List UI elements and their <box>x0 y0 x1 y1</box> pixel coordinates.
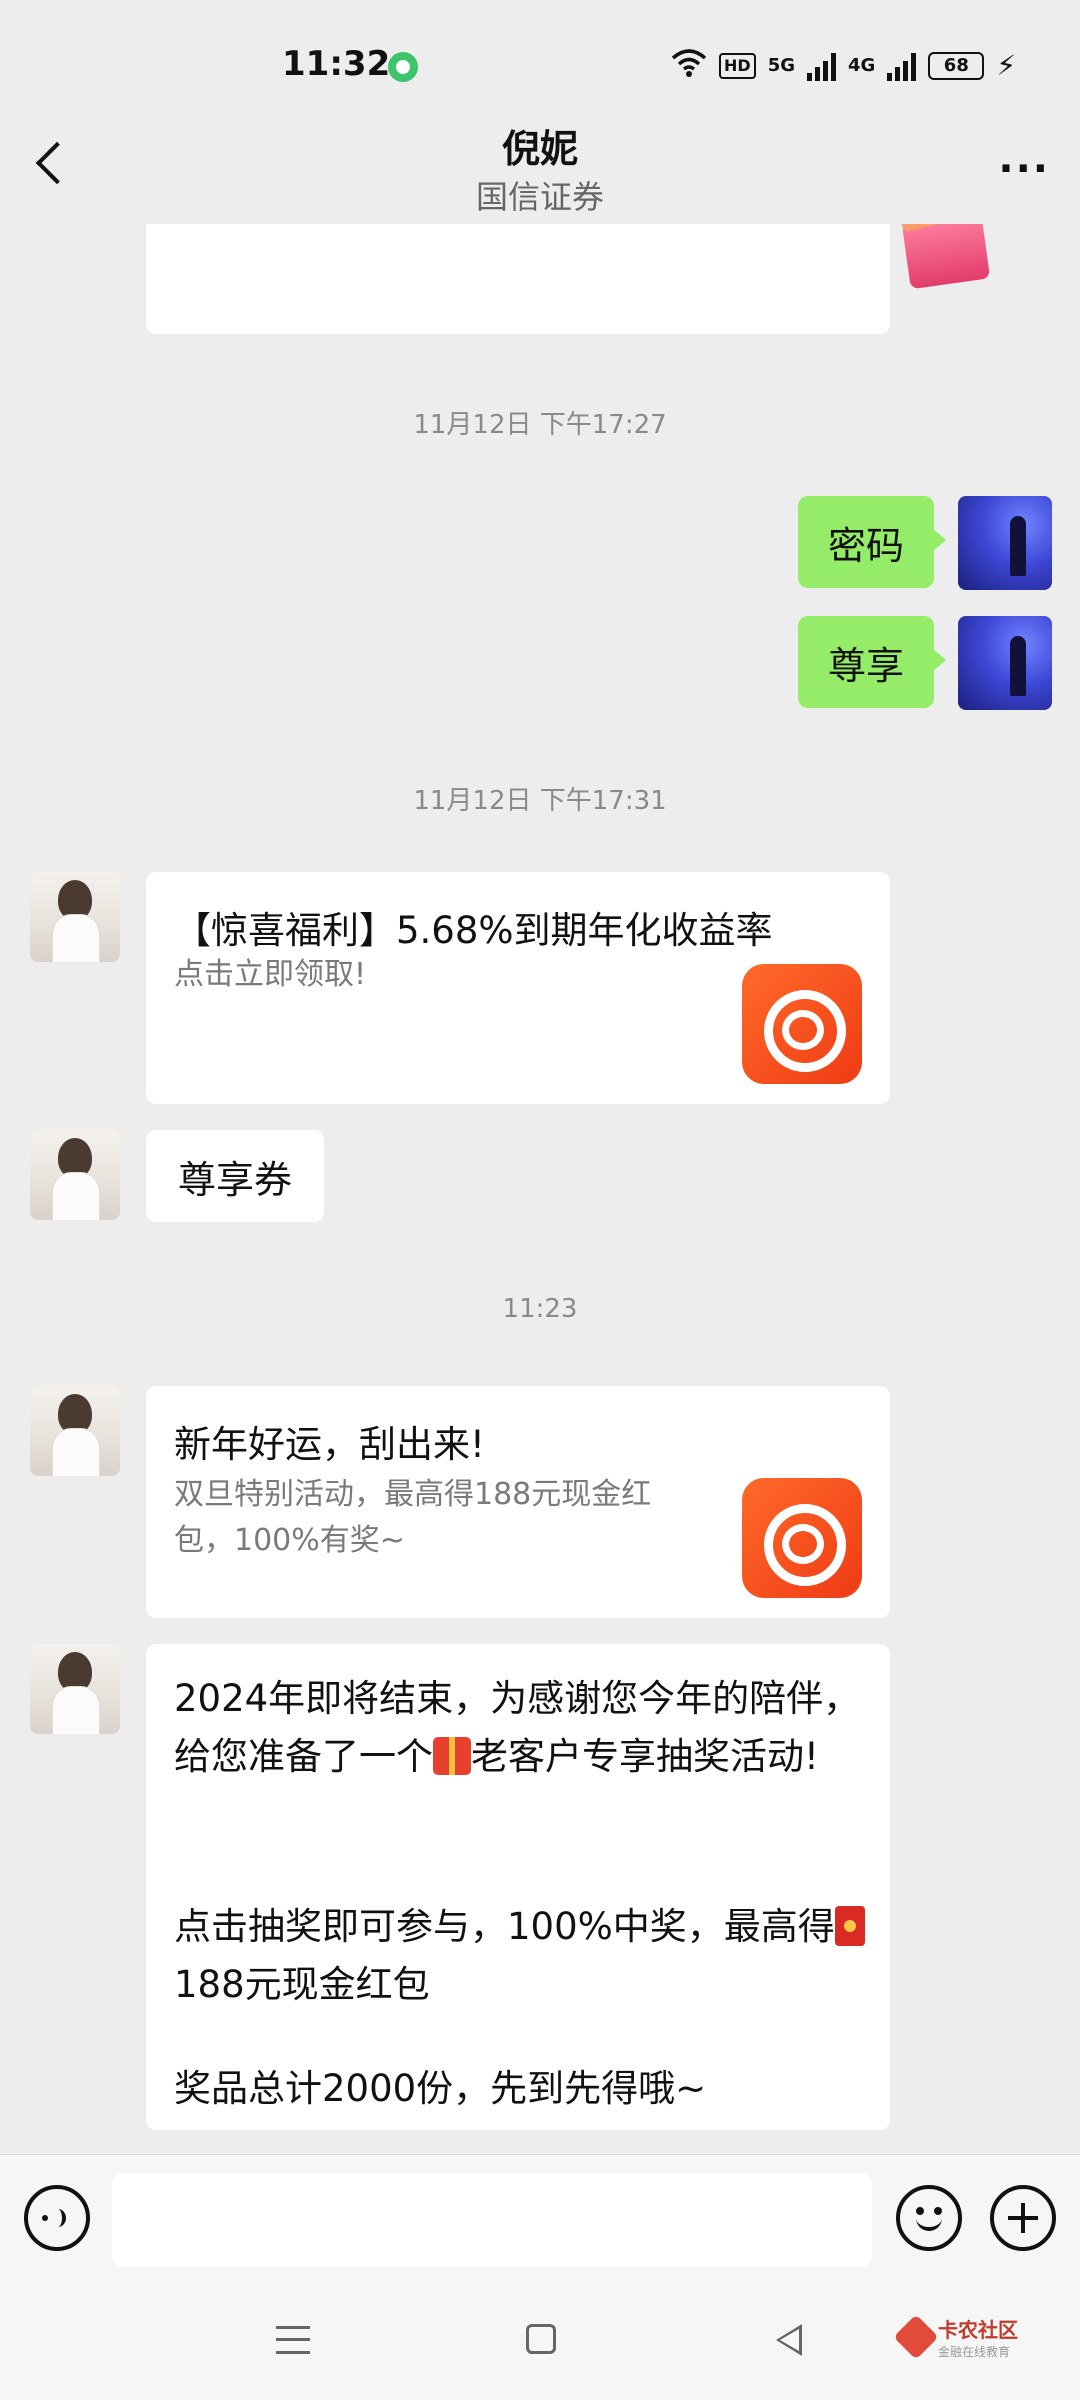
timestamp: 11:23 <box>502 1294 578 1324</box>
my-avatar[interactable] <box>958 496 1052 590</box>
message-text: 点击抽奖即可参与，100%中奖，最高得 188元现金红包 <box>174 1898 866 2014</box>
my-avatar[interactable] <box>958 616 1052 710</box>
message-bubble[interactable]: 尊享券 <box>146 1130 324 1222</box>
signal-5g-label: 5G <box>767 55 796 76</box>
message-card-newyear[interactable]: 新年好运，刮出来! 双旦特别活动，最高得188元现金红包，100%有奖~ <box>146 1386 890 1618</box>
message-bubble-long[interactable]: 2024年即将结束，为感谢您今年的陪伴，给您准备了一个 老客户专享抽奖活动! 点击… <box>146 1644 890 2130</box>
battery-icon: 68 <box>928 51 985 80</box>
message-text-part: 点击抽奖即可参与，100%中奖，最高得 <box>174 1905 835 1948</box>
chat-subtitle: 国信证券 <box>475 178 604 216</box>
status-icons: HD 5G 4G 68 ⚡ <box>671 48 1016 83</box>
card-title: 【惊喜福利】5.68%到期年化收益率 <box>174 909 773 952</box>
message-card-benefit[interactable]: 【惊喜福利】5.68%到期年化收益率 点击立即领取! <box>146 872 890 1104</box>
message-text-part: 188元现金红包 <box>174 1963 430 2006</box>
watermark: 卡农社区 金融在线教育 <box>893 2314 1018 2360</box>
input-bar <box>0 2154 1080 2284</box>
message-text-part: 老客户专享抽奖活动! <box>471 1735 819 1778</box>
red-envelope-emoji-icon <box>834 1906 865 1946</box>
status-time: 11:32 <box>282 44 391 84</box>
watermark-logo-icon <box>893 2314 939 2360</box>
gift-box-image <box>896 224 996 286</box>
charging-icon: ⚡ <box>996 49 1016 82</box>
hd-badge: HD <box>719 52 756 79</box>
plus-icon[interactable] <box>990 2185 1056 2251</box>
signal-5g-icon <box>807 51 837 81</box>
signal-4g-label: 4G <box>848 55 876 76</box>
emoji-icon[interactable] <box>896 2185 962 2251</box>
contact-avatar[interactable] <box>30 1386 120 1476</box>
my-message-bubble[interactable]: 密码 <box>798 496 946 588</box>
card-description: 双旦特别活动，最高得188元现金红包，100%有奖~ <box>174 1477 652 1558</box>
my-message-bubble[interactable]: 尊享 <box>798 616 946 708</box>
card-title: 新年好运，刮出来! <box>174 1423 485 1466</box>
chat-header: 倪妮 国信证券 ··· <box>0 100 1080 224</box>
message-text: 奖品总计2000份，先到先得哦~ <box>174 2067 707 2110</box>
nav-back-icon[interactable] <box>776 2324 802 2356</box>
timestamp: 11月12日 下午17:27 <box>413 410 667 440</box>
contact-avatar[interactable] <box>30 1130 120 1220</box>
message-text: 2024年即将结束，为感谢您今年的陪伴，给您准备了一个 老客户专享抽奖活动! <box>174 1670 866 1786</box>
message-card-partial[interactable] <box>146 224 890 334</box>
system-nav-bar: 卡农社区 金融在线教育 <box>0 2284 1080 2400</box>
status-app-icon <box>388 52 418 82</box>
message-input[interactable] <box>112 2173 872 2267</box>
watermark-title: 卡农社区 <box>938 2318 1018 2342</box>
home-icon[interactable] <box>526 2324 556 2354</box>
chat-title: 倪妮 <box>501 127 578 171</box>
chat-messages: 11月12日 下午17:27 密码 尊享 11月12日 下午17:31 【惊喜福… <box>0 224 1080 2154</box>
timestamp: 11月12日 下午17:31 <box>413 786 667 816</box>
watermark-subtitle: 金融在线教育 <box>938 2345 1011 2359</box>
contact-avatar[interactable] <box>30 872 120 962</box>
voice-icon[interactable] <box>24 2185 90 2251</box>
guosen-app-logo <box>742 964 862 1084</box>
gift-emoji-icon <box>433 1737 471 1775</box>
contact-avatar[interactable] <box>30 1644 120 1734</box>
signal-4g-icon <box>887 51 917 81</box>
wifi-icon <box>671 48 707 83</box>
recent-apps-icon[interactable] <box>276 2326 310 2354</box>
card-description: 点击立即领取! <box>174 957 367 992</box>
message-text: 尊享券 <box>177 1157 292 1202</box>
guosen-app-logo <box>742 1478 862 1598</box>
more-icon[interactable]: ··· <box>998 146 1050 192</box>
